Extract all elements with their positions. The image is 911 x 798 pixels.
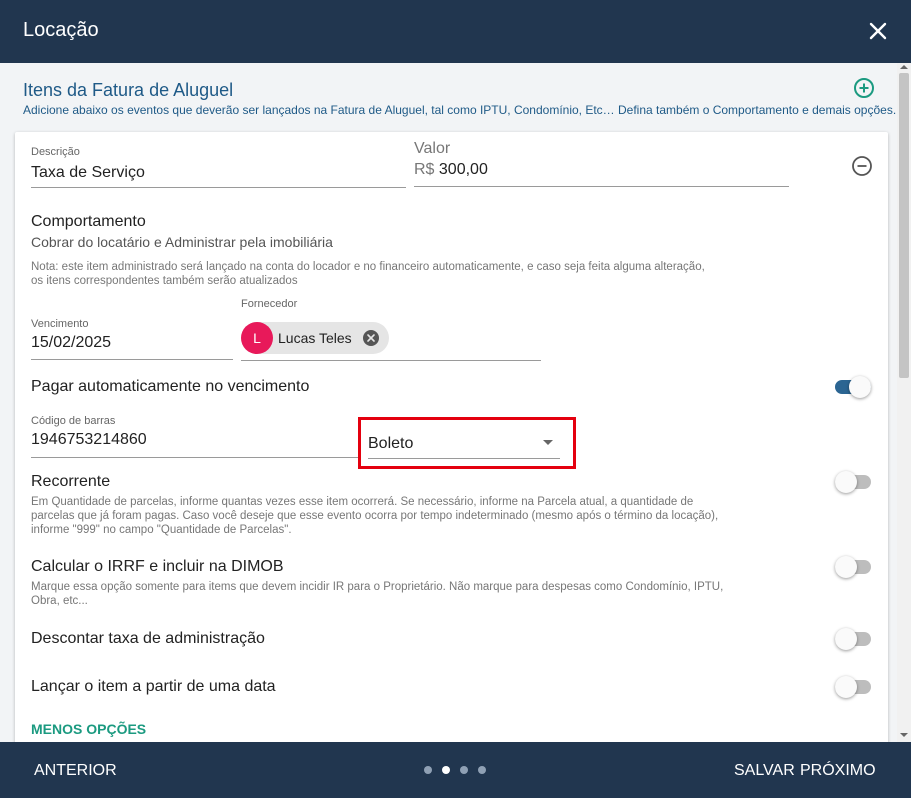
avatar: L [241,322,273,354]
step-dot [424,766,432,774]
valor-value: 300,00 [438,161,488,178]
dropdown-arrow-icon [543,440,553,445]
note-line: informe "999" no campo "Quantidade de Pa… [31,524,292,536]
descricao-input[interactable]: Taxa de Serviço [31,164,145,182]
descricao-underline [31,187,406,188]
close-icon[interactable] [867,20,889,42]
menos-opcoes-button[interactable]: MENOS OPÇÕES [31,721,146,737]
anterior-button[interactable]: ANTERIOR [34,762,117,780]
fornecedor-chip[interactable]: L Lucas Teles [241,322,389,354]
step-dot-active [442,766,450,774]
codigo-barras-underline [31,457,358,458]
step-dot [460,766,468,774]
comportamento-value[interactable]: Cobrar do locatário e Administrar pela i… [31,234,333,250]
valor-underline [414,186,789,187]
irrf-toggle[interactable] [835,556,871,578]
note-line: Obra, etc... [31,595,88,607]
descricao-label: Descrição [31,146,80,158]
item-card: Descrição Taxa de Serviço Valor R$ 300,0… [15,132,888,742]
currency-prefix: R$ [414,161,435,178]
desconto-label: Descontar taxa de administração [31,630,265,647]
scroll-down-icon[interactable] [900,733,908,737]
add-circle-icon[interactable] [853,77,875,99]
irrf-note: Marque essa opção somente para items que… [31,580,723,608]
note-line: Em Quantidade de parcelas, informe quant… [31,496,694,508]
tipo-pagamento-select[interactable]: Boleto [358,417,576,469]
fornecedor-label: Fornecedor [241,298,298,310]
pagar-auto-label: Pagar automaticamente no vencimento [31,378,310,395]
select-underline [368,458,560,459]
salvar-button[interactable]: SALVAR [734,762,795,780]
recorrente-label: Recorrente [31,473,111,490]
lancar-data-toggle[interactable] [835,676,871,698]
note-line: os itens correspondentes também serão at… [31,275,298,287]
vencimento-underline [31,359,233,360]
lancar-data-label: Lançar o item a partir de uma data [31,678,276,695]
note-line: Marque essa opção somente para items que… [31,581,724,593]
recorrente-note: Em Quantidade de parcelas, informe quant… [31,495,718,537]
chip-remove-icon[interactable] [363,330,379,346]
scroll-up-icon[interactable] [900,65,908,69]
pagar-auto-toggle[interactable] [835,376,871,398]
valor-label: Valor [414,140,451,157]
note-line: parcelas que já foram pagas. Caso você d… [31,510,719,522]
fornecedor-name: Lucas Teles [278,330,352,346]
toggle-knob [835,556,857,578]
codigo-barras-label: Código de barras [31,415,116,427]
proximo-button[interactable]: PRÓXIMO [800,762,876,780]
vencimento-label: Vencimento [31,318,89,330]
fornecedor-underline [241,360,541,361]
vencimento-input[interactable]: 15/02/2025 [31,334,111,352]
dialog-header: Locação [0,0,911,63]
toggle-knob [835,628,857,650]
comportamento-note: Nota: este item administrado será lançad… [31,260,705,288]
dialog-content: Itens da Fatura de Aluguel Adicione abai… [0,63,897,742]
note-line: Nota: este item administrado será lançad… [31,261,705,273]
toggle-knob [849,376,871,398]
recorrente-toggle[interactable] [835,471,871,493]
step-dot [478,766,486,774]
scrollbar[interactable] [897,63,911,742]
comportamento-title: Comportamento [31,213,146,230]
remove-circle-icon[interactable] [851,155,873,177]
toggle-knob [835,676,857,698]
dialog-footer: ANTERIOR SALVAR PRÓXIMO [0,742,911,798]
dialog-title: Locação [23,19,99,41]
toggle-knob [835,471,857,493]
tipo-pagamento-value: Boleto [368,435,414,452]
valor-input[interactable]: R$ 300,00 [414,161,488,179]
scrollbar-thumb[interactable] [899,73,909,378]
irrf-label: Calcular o IRRF e incluir na DIMOB [31,558,284,575]
section-subtitle: Adicione abaixo os eventos que deverão s… [23,103,897,117]
codigo-barras-input[interactable]: 1946753214860 [31,431,147,449]
section-title: Itens da Fatura de Aluguel [23,80,234,100]
desconto-toggle[interactable] [835,628,871,650]
